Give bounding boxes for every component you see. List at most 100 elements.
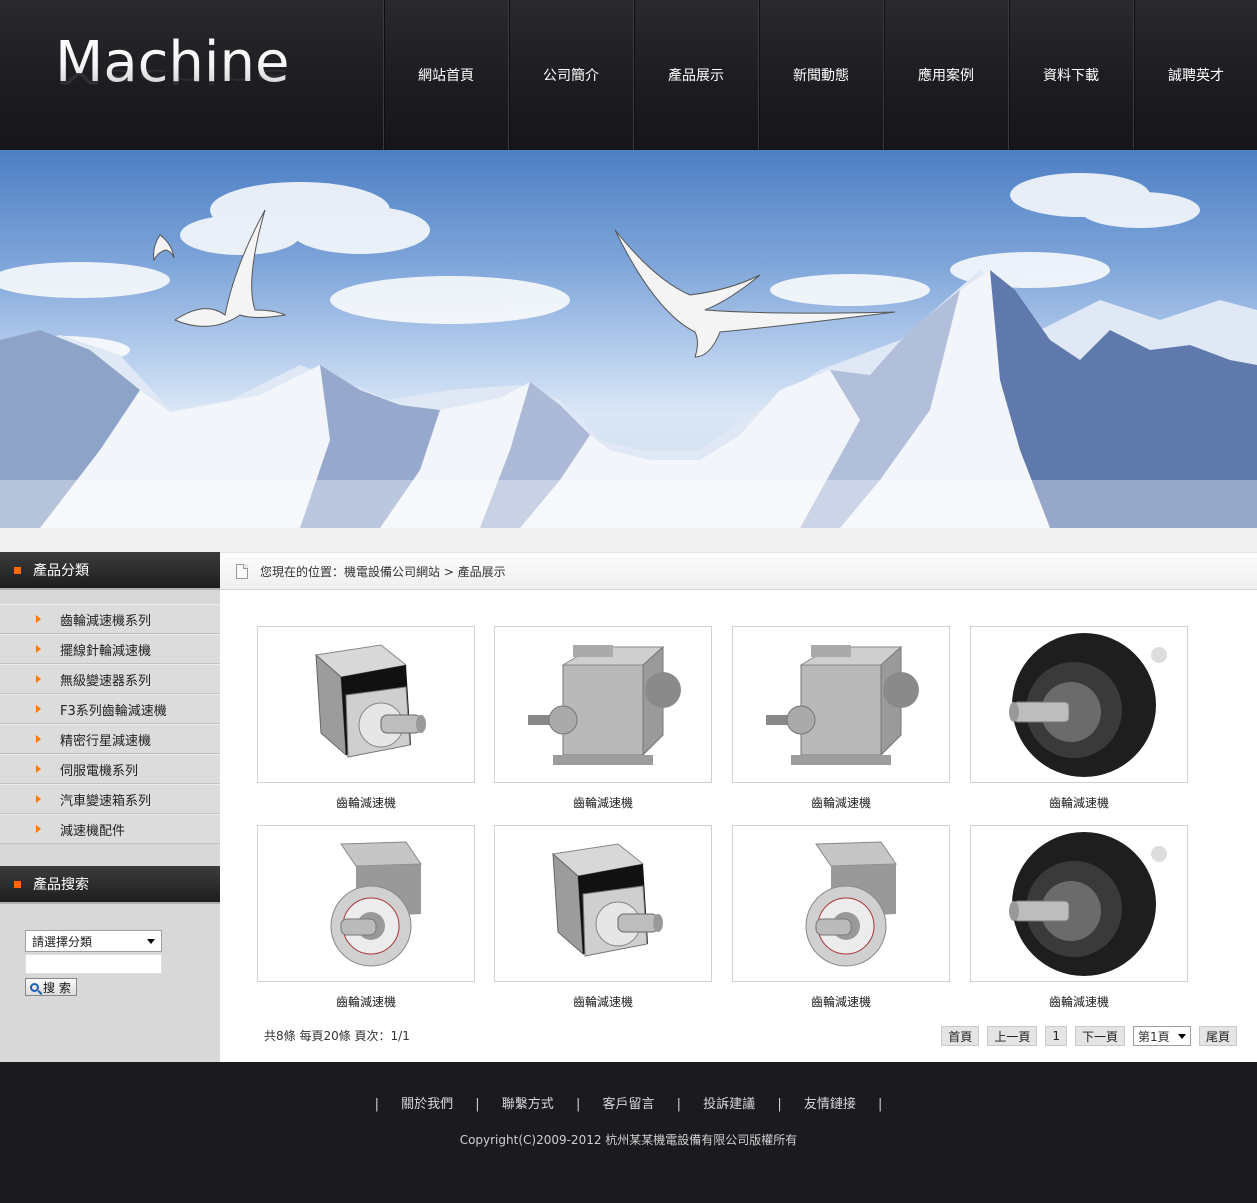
nav-item-news[interactable]: 新聞動態 bbox=[758, 0, 883, 150]
product-card[interactable]: 齒輪減速機 bbox=[257, 825, 475, 1010]
search-form: 請選擇分類 搜 索 bbox=[0, 904, 220, 996]
product-thumbnail[interactable] bbox=[494, 626, 712, 783]
category-item[interactable]: 伺服電機系列 bbox=[0, 754, 220, 784]
category-item[interactable]: 齒輪減速機系列 bbox=[0, 604, 220, 634]
footer-link-contact[interactable]: 聯繫方式 bbox=[502, 1093, 554, 1112]
arrow-right-icon bbox=[36, 765, 41, 773]
product-name[interactable]: 齒輪減速機 bbox=[257, 794, 475, 811]
category-select[interactable]: 請選擇分類 bbox=[25, 930, 162, 952]
product-thumbnail[interactable] bbox=[970, 626, 1188, 783]
arrow-right-icon bbox=[36, 735, 41, 743]
pagination-info: 共8條 每頁20條 頁次：1/1 bbox=[264, 1029, 410, 1043]
footer-links: | 關於我們 | 聯繫方式 | 客戶留言 | 投訴建議 | 友情鏈接 | bbox=[0, 1093, 1257, 1112]
product-name[interactable]: 齒輪減速機 bbox=[970, 993, 1188, 1010]
nav-item-jobs[interactable]: 誠聘英才 bbox=[1133, 0, 1257, 150]
sidebar: 產品分類 齒輪減速機系列 擺線針輪減速機 無級變速器系列 F3系列齒輪減速機 精… bbox=[0, 552, 220, 1062]
orange-square-icon bbox=[14, 880, 21, 888]
planetary-gearbox-icon bbox=[551, 842, 663, 957]
product-name[interactable]: 齒輪減速機 bbox=[732, 993, 950, 1010]
category-item[interactable]: 汽車變速箱系列 bbox=[0, 784, 220, 814]
arrow-right-icon bbox=[36, 645, 41, 653]
footer-separator: | bbox=[878, 1097, 883, 1112]
arrow-right-icon bbox=[36, 705, 41, 713]
footer-separator: | bbox=[777, 1097, 782, 1112]
category-panel-title: 產品分類 bbox=[33, 563, 89, 579]
first-page-button[interactable]: 首頁 bbox=[941, 1026, 980, 1046]
product-name[interactable]: 齒輪減速機 bbox=[494, 993, 712, 1010]
search-button-label: 搜 索 bbox=[43, 980, 71, 995]
arrow-right-icon bbox=[36, 675, 41, 683]
chevron-down-icon bbox=[1177, 1033, 1186, 1039]
category-item[interactable]: 無級變速器系列 bbox=[0, 664, 220, 694]
nav-item-products[interactable]: 產品展示 bbox=[633, 0, 758, 150]
category-item[interactable]: 減速機配件 bbox=[0, 814, 220, 844]
main-content: 您現在的位置：機電設備公司網站 > 產品展示 齒輪減速機 齒輪減速機 齒輪減速機… bbox=[220, 552, 1257, 1062]
product-thumbnail[interactable] bbox=[257, 626, 475, 783]
category-item-label: 精密行星減速機 bbox=[60, 733, 152, 749]
product-thumbnail[interactable] bbox=[970, 825, 1188, 982]
hydraulic-motor-icon bbox=[1009, 632, 1167, 777]
category-item-label: F3系列齒輪減速機 bbox=[60, 703, 167, 719]
nav-item-about[interactable]: 公司簡介 bbox=[508, 0, 633, 150]
category-item[interactable]: F3系列齒輪減速機 bbox=[0, 694, 220, 724]
product-thumbnail[interactable] bbox=[257, 825, 475, 982]
arrow-right-icon bbox=[36, 795, 41, 803]
footer-separator: | bbox=[575, 1097, 581, 1112]
product-name[interactable]: 齒輪減速機 bbox=[732, 794, 950, 811]
footer-link-about[interactable]: 關於我們 bbox=[401, 1093, 453, 1112]
nav-item-cases[interactable]: 應用案例 bbox=[883, 0, 1008, 150]
site-logo-reflection: Machine bbox=[55, 65, 290, 88]
prev-page-button[interactable]: 上一頁 bbox=[987, 1026, 1038, 1046]
nav-item-label: 網站首頁 bbox=[418, 68, 474, 84]
breadcrumb-text[interactable]: 您現在的位置：機電設備公司網站 > 產品展示 bbox=[260, 563, 506, 580]
page-select[interactable]: 第1頁 bbox=[1132, 1026, 1191, 1046]
search-button[interactable]: 搜 索 bbox=[25, 978, 77, 996]
page-select-value: 第1頁 bbox=[1137, 1029, 1170, 1044]
product-thumbnail[interactable] bbox=[732, 626, 950, 783]
nav-item-label: 產品展示 bbox=[668, 68, 724, 84]
chevron-down-icon bbox=[147, 938, 155, 944]
nav-item-label: 誠聘英才 bbox=[1168, 68, 1224, 84]
last-page-button[interactable]: 尾頁 bbox=[1198, 1026, 1237, 1046]
category-select-value: 請選擇分類 bbox=[32, 934, 93, 949]
product-card[interactable]: 齒輪減速機 bbox=[494, 626, 712, 811]
category-item-label: 伺服電機系列 bbox=[60, 763, 139, 779]
search-icon bbox=[30, 982, 39, 992]
product-card[interactable]: 齒輪減速機 bbox=[494, 825, 712, 1010]
category-item[interactable]: 擺線針輪減速機 bbox=[0, 634, 220, 664]
document-icon bbox=[236, 563, 248, 579]
current-page-indicator[interactable]: 1 bbox=[1045, 1026, 1067, 1046]
product-card[interactable]: 齒輪減速機 bbox=[257, 626, 475, 811]
footer-link-friends[interactable]: 友情鏈接 bbox=[804, 1093, 856, 1112]
product-card[interactable]: 齒輪減速機 bbox=[970, 825, 1188, 1010]
footer-link-complaints[interactable]: 投訴建議 bbox=[703, 1093, 755, 1112]
category-panel-header: 產品分類 bbox=[0, 552, 220, 590]
product-thumbnail[interactable] bbox=[494, 825, 712, 982]
product-card[interactable]: 齒輪減速機 bbox=[732, 626, 950, 811]
product-card[interactable]: 齒輪減速機 bbox=[970, 626, 1188, 811]
nav-item-downloads[interactable]: 資料下載 bbox=[1008, 0, 1133, 150]
product-name[interactable]: 齒輪減速機 bbox=[494, 794, 712, 811]
nav-item-label: 資料下載 bbox=[1043, 68, 1099, 84]
category-item[interactable]: 精密行星減速機 bbox=[0, 724, 220, 754]
category-item-label: 無級變速器系列 bbox=[60, 673, 152, 689]
search-input[interactable] bbox=[25, 954, 162, 974]
footer-link-feedback[interactable]: 客戶留言 bbox=[602, 1093, 654, 1112]
product-card[interactable]: 齒輪減速機 bbox=[732, 825, 950, 1010]
arrow-right-icon bbox=[36, 825, 41, 833]
product-thumbnail[interactable] bbox=[732, 825, 950, 982]
category-item-label: 汽車變速箱系列 bbox=[60, 793, 152, 809]
planetary-gearbox-icon bbox=[314, 643, 426, 758]
flange-gearbox-icon bbox=[805, 840, 897, 966]
banner-mountain-illustration bbox=[0, 173, 1257, 528]
product-name[interactable]: 齒輪減速機 bbox=[970, 794, 1188, 811]
product-name[interactable]: 齒輪減速機 bbox=[257, 993, 475, 1010]
next-page-button[interactable]: 下一頁 bbox=[1074, 1026, 1125, 1046]
category-item-label: 減速機配件 bbox=[60, 823, 126, 839]
category-list: 齒輪減速機系列 擺線針輪減速機 無級變速器系列 F3系列齒輪減速機 精密行星減速… bbox=[0, 590, 220, 844]
banner-divider-strip bbox=[0, 528, 1257, 552]
nav-item-home[interactable]: 網站首頁 bbox=[383, 0, 508, 150]
category-item-label: 齒輪減速機系列 bbox=[60, 613, 152, 629]
category-item-label: 擺線針輪減速機 bbox=[60, 643, 152, 659]
nav-item-label: 應用案例 bbox=[918, 68, 974, 84]
